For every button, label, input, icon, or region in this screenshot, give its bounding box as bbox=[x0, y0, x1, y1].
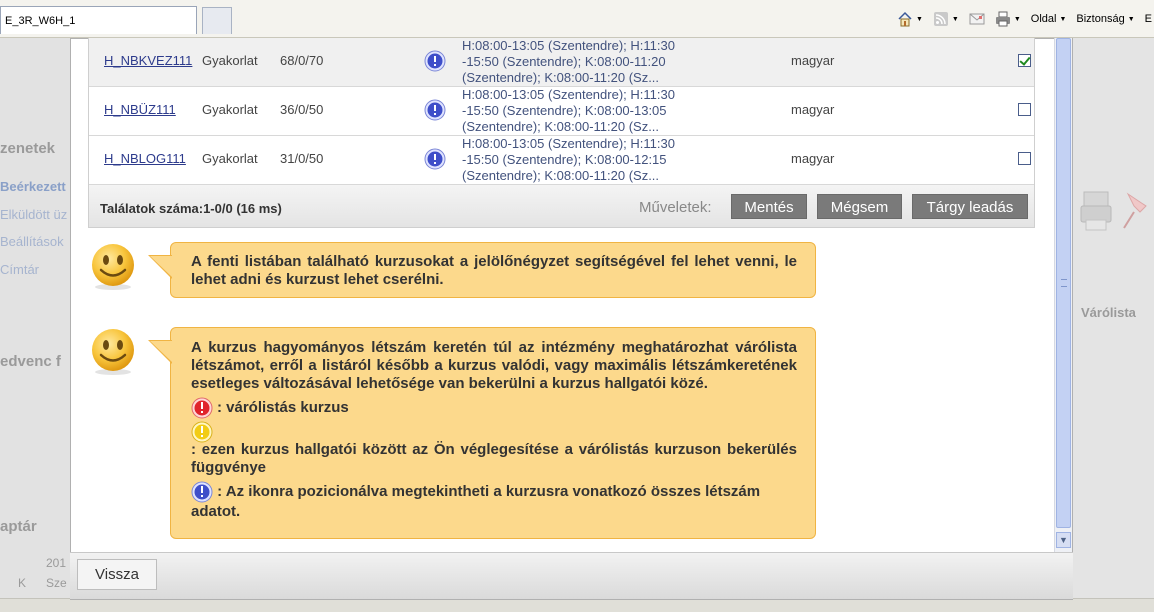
background-right-panel: Várólista bbox=[1072, 38, 1154, 612]
print-button[interactable]: ▼ bbox=[995, 11, 1021, 27]
browser-tab[interactable]: E_3R_W6H_1 bbox=[0, 6, 197, 34]
legend-blue-text: : Az ikonra pozicionálva megtekintheti a… bbox=[191, 482, 761, 520]
course-select-checkbox[interactable] bbox=[1018, 103, 1031, 116]
course-table: H_NBKVEZ111 Gyakorlat 68/0/70 H:08:00-13… bbox=[88, 38, 1035, 228]
legend-conditional: : ezen kurzus hallgatói között az Ön vég… bbox=[191, 421, 797, 477]
dialog-scrollbar[interactable]: ▼ bbox=[1054, 38, 1072, 552]
course-count: 31/0/50 bbox=[280, 151, 324, 166]
help-bubble-2: A kurzus hagyományos létszám keretén túl… bbox=[148, 327, 816, 539]
course-count: 68/0/70 bbox=[280, 53, 324, 68]
background-left-panel: zenetek Beérkezett Elküldött üz Beállítá… bbox=[0, 38, 70, 612]
bg-text: Elküldött üz bbox=[0, 207, 68, 222]
browser-toolbar: E_3R_W6H_1 ▼ ▼ ▼ Oldal ▼ Biztonság ▼ E bbox=[0, 0, 1154, 38]
course-code-link[interactable]: H_NBLOG111 bbox=[104, 151, 186, 166]
home-icon bbox=[898, 11, 912, 27]
scrollbar-thumb[interactable] bbox=[1056, 38, 1071, 528]
page-menu[interactable]: Oldal ▼ bbox=[1031, 13, 1067, 25]
tab-title: E_3R_W6H_1 bbox=[5, 15, 76, 27]
bg-waitlist-header: Várólista bbox=[1081, 305, 1136, 320]
bg-text: Beállítások bbox=[0, 234, 64, 249]
save-button[interactable]: Mentés bbox=[731, 194, 807, 219]
scrollbar-grip bbox=[1061, 279, 1067, 287]
course-select-checkbox[interactable] bbox=[1018, 152, 1031, 165]
printer-icon bbox=[1080, 191, 1112, 231]
bg-text: Sze bbox=[46, 576, 67, 590]
course-schedule: H:08:00-13:05 (Szentendre); H:11:30 -15:… bbox=[462, 38, 675, 85]
bg-text: K bbox=[18, 576, 27, 590]
course-select-checkbox[interactable] bbox=[1018, 54, 1031, 67]
course-language: magyar bbox=[791, 102, 835, 117]
waitlist-red-icon bbox=[191, 397, 213, 419]
table-row: H_NBLOG111 Gyakorlat 31/0/50 H:08:00-13:… bbox=[89, 136, 1034, 185]
help-text-2: A kurzus hagyományos létszám keretén túl… bbox=[191, 339, 797, 392]
drop-course-button[interactable]: Tárgy leadás bbox=[912, 194, 1028, 219]
chevron-down-icon: ▼ bbox=[951, 15, 959, 23]
chevron-down-icon: ▼ bbox=[1059, 15, 1067, 23]
help-bubble-1: A fenti listában található kurzusokat a … bbox=[148, 242, 816, 298]
bg-text: Címtár bbox=[0, 262, 39, 277]
course-language: magyar bbox=[791, 53, 835, 68]
printer-icon bbox=[995, 11, 1010, 27]
command-bar: ▼ ▼ ▼ Oldal ▼ Biztonság ▼ E bbox=[897, 8, 1154, 30]
info-icon[interactable] bbox=[424, 148, 446, 170]
table-footer: Találatok száma:1-0/0 (16 ms) Műveletek:… bbox=[89, 185, 1034, 227]
smiley-icon bbox=[92, 329, 134, 375]
results-count: Találatok száma:1-0/0 (16 ms) bbox=[100, 201, 282, 216]
chevron-down-icon: ▼ bbox=[915, 15, 923, 23]
chevron-down-icon: ▼ bbox=[1127, 15, 1135, 23]
waitlist-yellow-icon bbox=[191, 421, 213, 443]
mail-button[interactable] bbox=[969, 11, 985, 27]
legend-waitlist: : várólistás kurzus bbox=[191, 397, 797, 419]
security-menu[interactable]: Biztonság ▼ bbox=[1076, 13, 1134, 25]
new-tab-button[interactable] bbox=[202, 7, 232, 34]
browser-status-bar bbox=[0, 598, 1154, 612]
legend-info: : Az ikonra pozicionálva megtekintheti a… bbox=[191, 481, 797, 521]
course-schedule: H:08:00-13:05 (Szentendre); H:11:30 -15:… bbox=[462, 136, 675, 183]
info-icon[interactable] bbox=[424, 99, 446, 121]
course-code-link[interactable]: H_NBÜZ111 bbox=[104, 102, 176, 117]
course-type: Gyakorlat bbox=[202, 102, 258, 117]
course-type: Gyakorlat bbox=[202, 53, 258, 68]
security-menu-label: Biztonság bbox=[1076, 13, 1125, 25]
feeds-button[interactable]: ▼ bbox=[933, 11, 959, 27]
course-type: Gyakorlat bbox=[202, 151, 258, 166]
smiley-icon bbox=[92, 244, 134, 290]
back-button[interactable]: Vissza bbox=[77, 559, 157, 590]
help-text-1: A fenti listában található kurzusokat a … bbox=[191, 253, 797, 288]
cancel-button[interactable]: Mégsem bbox=[817, 194, 902, 219]
dialog-bottom-bar: Vissza bbox=[70, 552, 1073, 599]
bg-text: zenetek bbox=[0, 140, 56, 157]
chevron-down-icon: ▼ bbox=[1013, 15, 1021, 23]
course-language: magyar bbox=[791, 151, 835, 166]
scroll-down-button[interactable]: ▼ bbox=[1056, 532, 1071, 548]
info-icon bbox=[191, 481, 213, 503]
chevron-down-icon: ▼ bbox=[1059, 535, 1068, 545]
legend-red-text: : várólistás kurzus bbox=[217, 399, 349, 416]
extra-menu-label: E bbox=[1144, 13, 1152, 25]
course-count: 36/0/50 bbox=[280, 102, 324, 117]
actions-label: Műveletek: bbox=[639, 199, 712, 216]
bg-text: edvenc f bbox=[0, 353, 61, 370]
extra-menu[interactable]: E bbox=[1145, 13, 1152, 25]
bg-text: 201 bbox=[46, 556, 67, 570]
rss-icon bbox=[933, 12, 948, 26]
table-row: H_NBKVEZ111 Gyakorlat 68/0/70 H:08:00-13… bbox=[89, 38, 1034, 87]
mail-icon bbox=[969, 13, 985, 25]
page-menu-label: Oldal bbox=[1030, 13, 1057, 25]
info-icon[interactable] bbox=[424, 50, 446, 72]
pin-icon bbox=[1123, 192, 1147, 229]
bg-text: Beérkezett bbox=[0, 179, 66, 194]
course-code-link[interactable]: H_NBKVEZ111 bbox=[104, 53, 192, 68]
course-schedule: H:08:00-13:05 (Szentendre); H:11:30 -15:… bbox=[462, 87, 675, 134]
bg-text: aptár bbox=[0, 518, 37, 535]
table-row: H_NBÜZ111 Gyakorlat 36/0/50 H:08:00-13:0… bbox=[89, 87, 1034, 136]
home-button[interactable]: ▼ bbox=[897, 11, 923, 27]
legend-yellow-text: : ezen kurzus hallgatói között az Ön vég… bbox=[191, 441, 797, 476]
